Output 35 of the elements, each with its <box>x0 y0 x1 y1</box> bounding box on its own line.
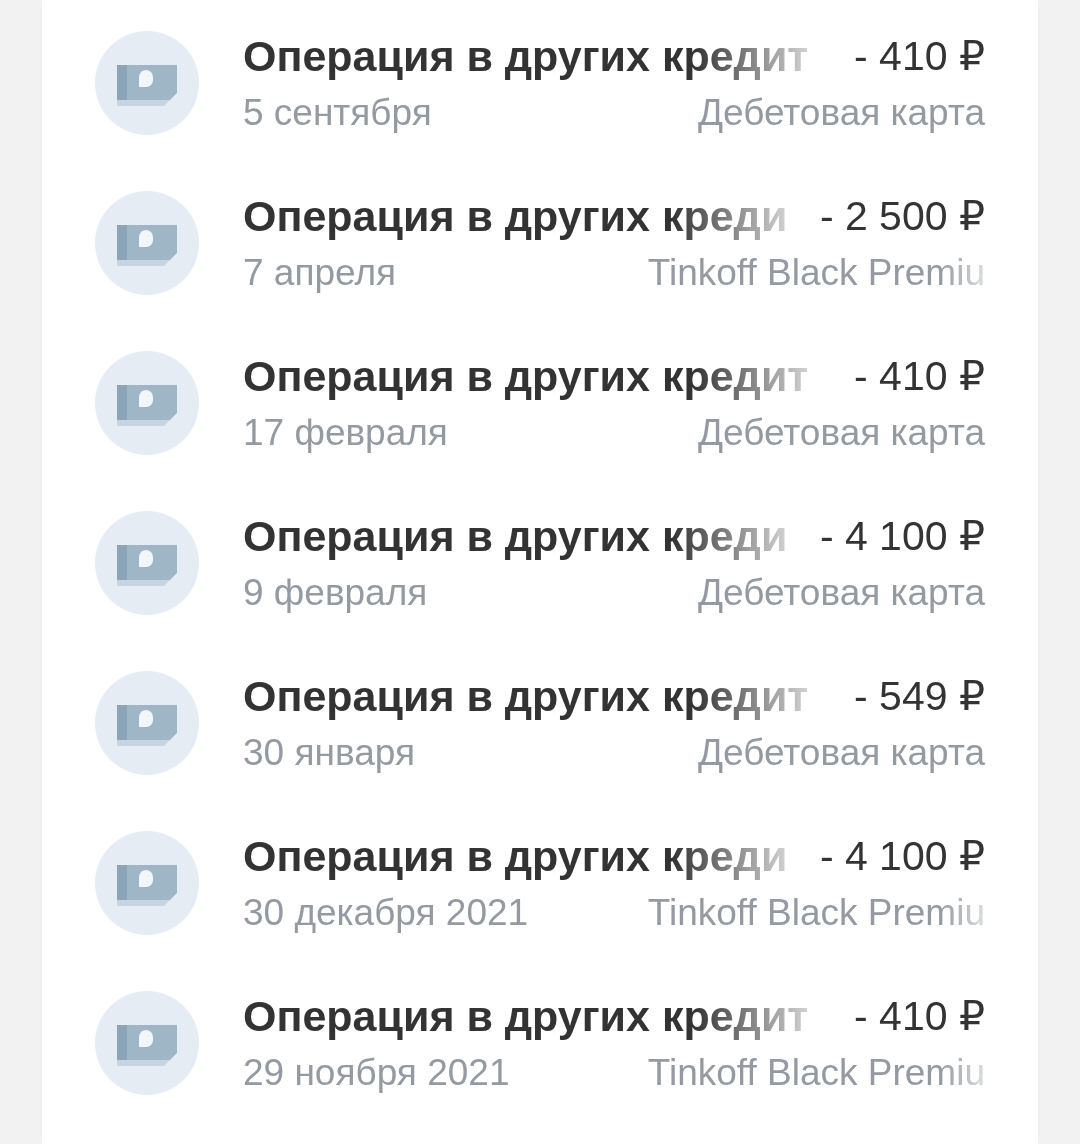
transaction-title: Операция в других кредит <box>243 31 809 81</box>
account-name: Tinkoff Black Premiu <box>647 1051 985 1095</box>
transaction-amount: - 4 100 ₽ <box>818 832 985 881</box>
transaction-amount: - 4 100 ₽ <box>818 512 985 561</box>
transaction-date: 29 ноября 2021 <box>243 1051 510 1095</box>
banknote-icon <box>95 351 199 455</box>
transaction-date: 30 января <box>243 731 415 775</box>
transaction-amount: - 410 ₽ <box>853 352 985 401</box>
account-name: Дебетовая карта <box>697 411 985 455</box>
account-name: Tinkoff Black Premiu <box>647 891 985 935</box>
transaction-title: Операция в других креди <box>243 191 788 241</box>
banknote-icon <box>95 31 199 135</box>
transaction-amount: - 410 ₽ <box>853 992 985 1041</box>
account-name: Дебетовая карта <box>697 91 985 135</box>
transaction-date: 7 апреля <box>243 251 397 295</box>
transaction-title: Операция в других кредит <box>243 991 809 1041</box>
transaction-amount: - 410 ₽ <box>853 32 985 81</box>
transaction-title: Операция в других кредит <box>243 671 809 721</box>
transaction-date: 30 декабря 2021 <box>243 891 529 935</box>
transaction-title: Операция в других креди <box>243 831 788 881</box>
account-name: Дебетовая карта <box>697 571 985 615</box>
transaction-date: 17 февраля <box>243 411 448 455</box>
transaction-title: Операция в других кредит <box>243 351 809 401</box>
transaction-date: 5 сентября <box>243 91 432 135</box>
account-name: Tinkoff Black Premiu <box>647 251 985 295</box>
transaction-title: Операция в других креди <box>243 511 788 561</box>
transaction-amount: - 2 500 ₽ <box>818 192 985 241</box>
banknote-icon <box>95 191 199 295</box>
banknote-icon <box>95 831 199 935</box>
banknote-icon <box>95 511 199 615</box>
banknote-icon <box>95 991 199 1095</box>
transaction-date: 9 февраля <box>243 571 428 615</box>
transaction-amount: - 549 ₽ <box>853 672 985 721</box>
banknote-icon <box>95 671 199 775</box>
account-name: Дебетовая карта <box>697 731 985 775</box>
